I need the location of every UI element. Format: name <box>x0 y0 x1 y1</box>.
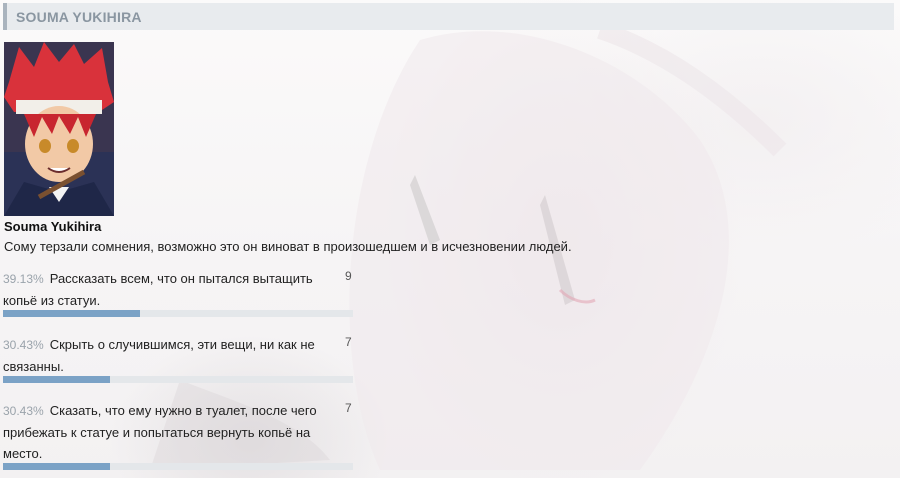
poll-option-percent: 30.43% <box>3 404 44 418</box>
poll-option-bar-fill <box>3 463 110 470</box>
poll-option-count: 7 <box>345 401 352 415</box>
poll-option-count: 7 <box>345 335 352 349</box>
page-title: SOUMA YUKIHIRA <box>16 8 142 25</box>
poll-option-count: 9 <box>345 269 352 283</box>
character-name: Souma Yukihira <box>4 219 102 234</box>
poll-option-text-line: 30.43% Скрыть о случившимся, эти вещи, ни… <box>3 334 333 377</box>
poll-option-bar <box>3 310 353 317</box>
character-description: Сому терзали сомнения, возможно это он в… <box>4 239 572 254</box>
poll-option-bar-fill <box>3 376 110 383</box>
poll-option-bar <box>3 376 353 383</box>
poll-option-percent: 30.43% <box>3 338 44 352</box>
poll-option-text-line: 30.43% Сказать, что ему нужно в туалет, п… <box>3 400 333 464</box>
poll-option-text-line: 39.13% Рассказать всем, что он пытался вы… <box>3 268 333 311</box>
poll-option-bar <box>3 463 353 470</box>
poll-option-label: Рассказать всем, что он пытался вытащить… <box>3 271 313 308</box>
poll-option[interactable]: 30.43% Скрыть о случившимся, эти вещи, ни… <box>3 334 353 383</box>
poll-option[interactable]: 30.43% Сказать, что ему нужно в туалет, п… <box>3 400 353 470</box>
poll-option-bar-fill <box>3 310 140 317</box>
poll-option-label: Скрыть о случившимся, эти вещи, ни как н… <box>3 337 315 374</box>
title-bar: SOUMA YUKIHIRA <box>3 3 894 30</box>
poll-option-label: Сказать, что ему нужно в туалет, после ч… <box>3 403 317 461</box>
poll-option-percent: 39.13% <box>3 272 44 286</box>
avatar-illustration <box>4 42 114 216</box>
poll-option[interactable]: 39.13% Рассказать всем, что он пытался вы… <box>3 268 353 317</box>
character-avatar <box>4 42 114 216</box>
